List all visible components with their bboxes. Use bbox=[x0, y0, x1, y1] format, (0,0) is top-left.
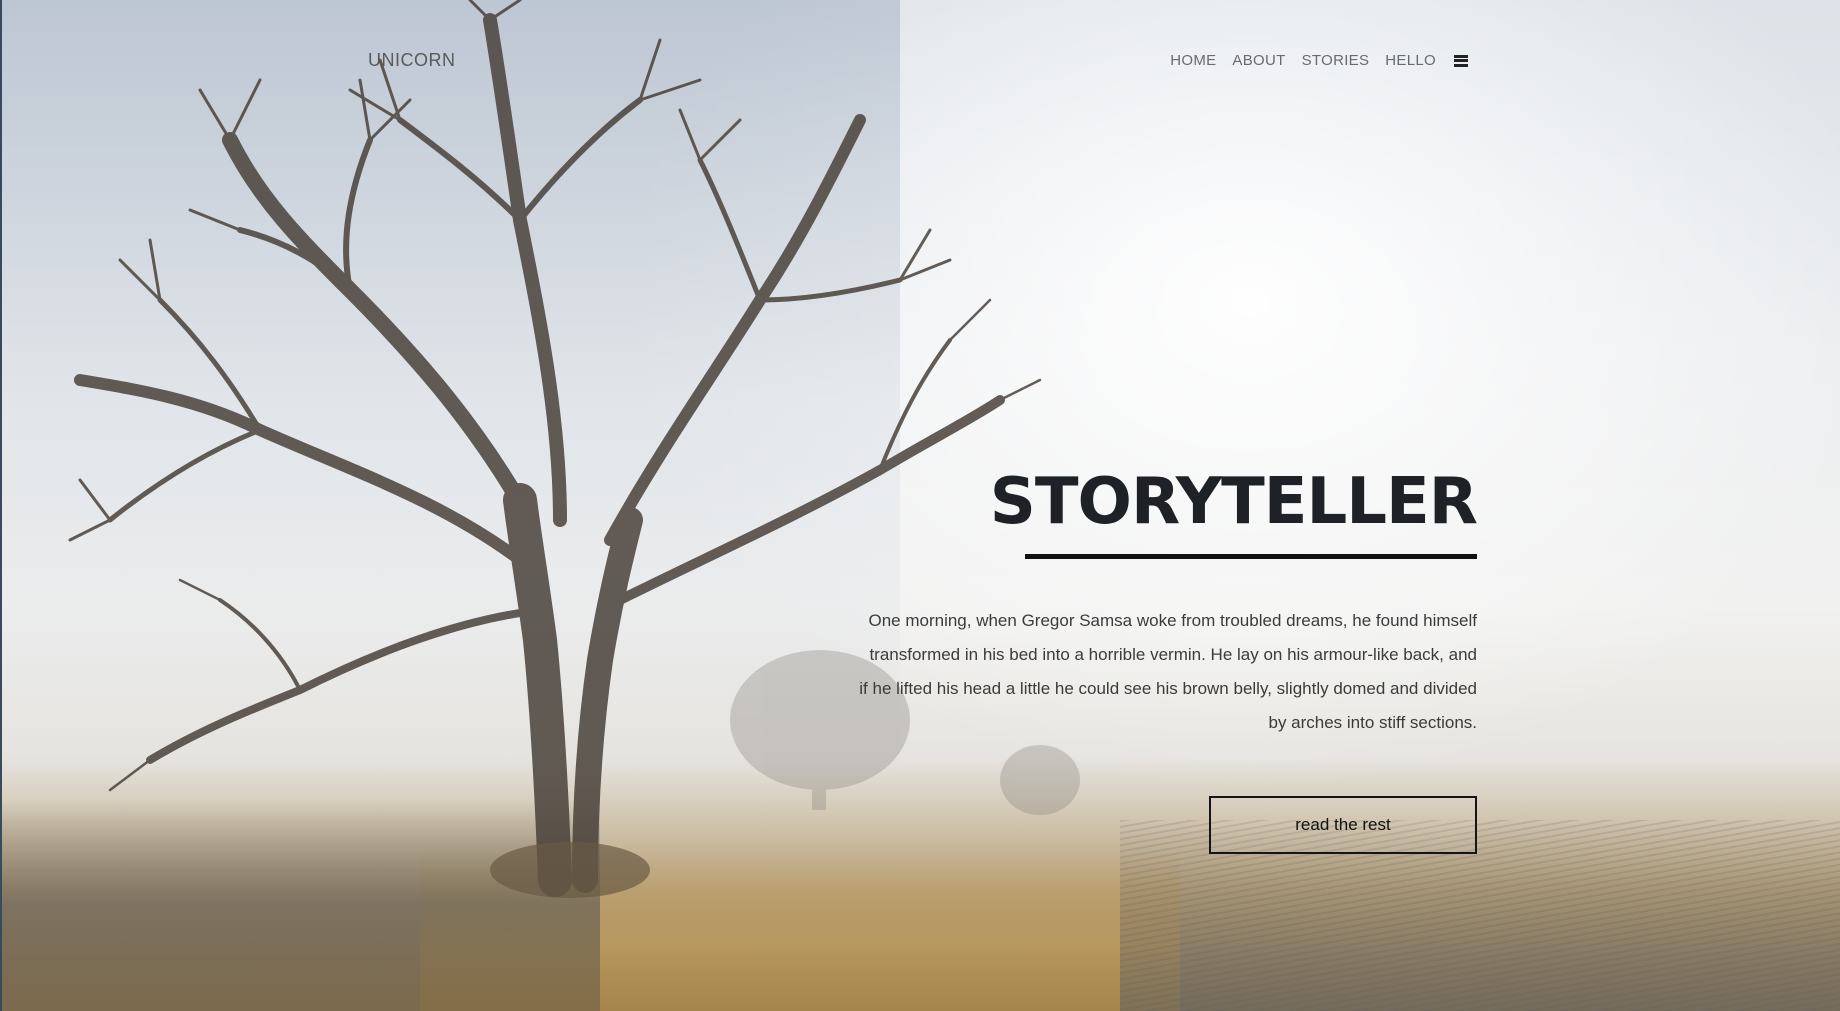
site-logo[interactable]: UNICORN bbox=[368, 50, 456, 71]
hero-description: One morning, when Gregor Samsa woke from… bbox=[859, 611, 1477, 732]
nav-item-hello[interactable]: HELLO bbox=[1385, 52, 1436, 69]
nav-item-home[interactable]: HOME bbox=[1170, 52, 1216, 69]
hero-section: UNICORN HOME ABOUT STORIES HELLO STORYTE… bbox=[0, 0, 1840, 1011]
title-underline bbox=[1025, 554, 1477, 559]
left-edge-line bbox=[0, 0, 2, 1011]
hamburger-menu-icon[interactable] bbox=[1454, 54, 1468, 67]
nav-item-about[interactable]: ABOUT bbox=[1232, 52, 1285, 69]
read-the-rest-button[interactable]: read the rest bbox=[1209, 796, 1477, 854]
hero-title: STORYTELLER bbox=[989, 465, 1478, 539]
main-nav: HOME ABOUT STORIES HELLO bbox=[1170, 52, 1468, 69]
nav-item-stories[interactable]: STORIES bbox=[1302, 52, 1370, 69]
hero-content: STORYTELLER One morning, when Gregor Sam… bbox=[857, 458, 1478, 740]
